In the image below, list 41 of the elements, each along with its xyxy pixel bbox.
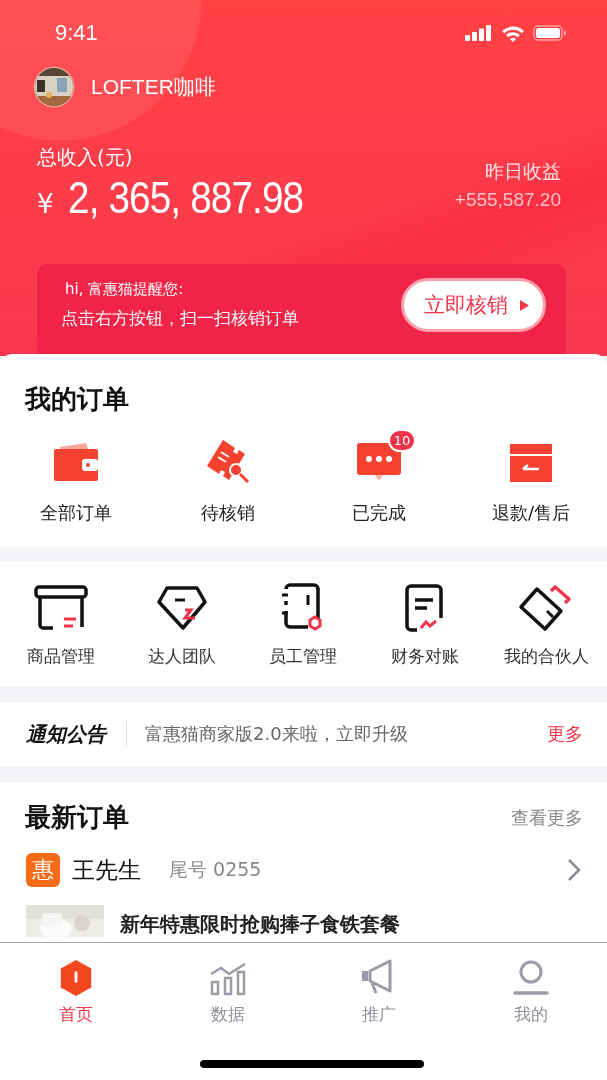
order-category[interactable]: 全部订单 [0, 423, 152, 525]
income-amount: 2, 365, 887.98 [67, 173, 303, 223]
notice-text: 富惠猫商家版2.0来啦，立即升级 [145, 722, 409, 746]
verify-button[interactable]: 立即核销 [401, 278, 546, 332]
notice-logo: 通知公告 [26, 720, 106, 748]
reminder-message: 点击右方按钮，扫一扫核销订单 [61, 307, 299, 330]
yesterday-value: +555,587.20 [454, 189, 561, 211]
reminder-greeting: hi, 富惠猫提醒您: [65, 280, 185, 299]
order-tag: 惠 [26, 853, 60, 887]
shop-name: LOFTER咖啡 [91, 74, 216, 100]
return-box-icon [509, 443, 554, 483]
tool-shortcut[interactable]: 财务对账 [364, 583, 486, 668]
yesterday-label: 昨日收益 [484, 159, 561, 184]
customer-name: 王先生 [72, 855, 141, 885]
product-name: 新年特惠限时抢购捧子食铁套餐 [120, 911, 400, 938]
more-link[interactable]: 更多 [547, 722, 583, 746]
count-badge: 10 [387, 429, 417, 452]
tab-item[interactable]: 首页 [0, 959, 152, 1026]
tool-shortcut[interactable]: 商品管理 [0, 583, 122, 668]
tool-shortcut[interactable]: 达人团队 [121, 583, 243, 668]
tool-shortcut[interactable]: 员工管理 [242, 583, 365, 668]
section-title: 最新订单 [24, 801, 129, 834]
order-number: 尾号 0255 [169, 857, 263, 882]
view-more-link[interactable]: 查看更多 [511, 805, 583, 830]
section-title: 我的订单 [23, 383, 130, 416]
tool-shortcut[interactable]: 我的合伙人 [485, 583, 607, 668]
signal-icon [465, 25, 493, 41]
shelf-icon [33, 583, 88, 633]
status-time: 9:41 [55, 20, 98, 46]
tag-icon [157, 583, 208, 633]
order-category[interactable]: 10 已完成 [303, 423, 456, 525]
order-category[interactable]: 退款/售后 [455, 423, 607, 525]
wifi-icon [501, 24, 525, 42]
chevron-right-icon [567, 858, 581, 882]
order-row[interactable]: 惠 王先生 尾号 0255 [0, 835, 607, 887]
caret-icon [520, 299, 529, 311]
currency-sign: ¥ [37, 189, 54, 219]
income-label: 总收入(元) [37, 144, 134, 171]
battery-icon [533, 25, 567, 41]
order-category[interactable]: 待核销 [151, 423, 304, 525]
person-icon [512, 959, 551, 997]
